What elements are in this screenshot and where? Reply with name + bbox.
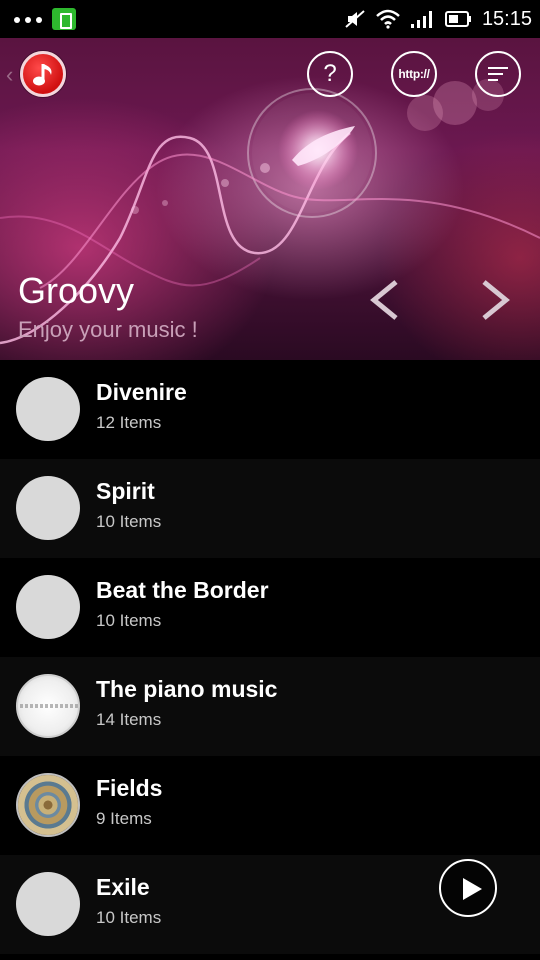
page-title: Groovy xyxy=(18,270,135,311)
album-art xyxy=(16,674,80,738)
list-item-title: Fields xyxy=(96,775,163,801)
battery-icon xyxy=(444,11,471,27)
album-art xyxy=(16,377,80,441)
app-logo[interactable] xyxy=(20,51,66,97)
list-item-title: Exile xyxy=(96,874,150,900)
mute-icon xyxy=(345,10,365,28)
album-art xyxy=(16,872,80,936)
clock: 15:15 xyxy=(481,7,532,30)
header-banner: ‹ ? http:// Groovy Enjoy your music ! xyxy=(0,38,540,360)
list-item-title: The piano music xyxy=(96,676,278,702)
back-chevron-icon[interactable]: ‹ xyxy=(6,62,13,88)
list-item-title: Spirit xyxy=(96,478,155,504)
help-button[interactable]: ? xyxy=(307,51,353,97)
list-item-count: 10 Items xyxy=(96,908,162,927)
list-item-count: 12 Items xyxy=(96,413,162,432)
page-subtitle: Enjoy your music ! xyxy=(18,317,198,342)
signal-icon xyxy=(410,11,432,28)
list-item-count: 10 Items xyxy=(96,512,162,531)
web-icon: http:// xyxy=(398,67,430,81)
album-art xyxy=(16,575,80,639)
music-note-icon xyxy=(33,64,52,86)
prev-arrow-icon[interactable] xyxy=(366,276,402,324)
album-art xyxy=(16,773,80,837)
play-icon xyxy=(463,878,482,900)
web-button[interactable]: http:// xyxy=(391,51,437,97)
wifi-icon xyxy=(376,9,400,29)
list-item[interactable]: Beat the Border 10 Items xyxy=(0,558,540,657)
list-item[interactable]: The piano music 14 Items xyxy=(0,657,540,756)
list-item[interactable]: Fields 9 Items xyxy=(0,756,540,855)
help-icon: ? xyxy=(323,60,337,87)
play-button[interactable] xyxy=(439,859,497,917)
list-item-title: Beat the Border xyxy=(96,577,269,603)
list-item-title: Divenire xyxy=(96,379,187,405)
list-item[interactable]: Spirit 10 Items xyxy=(0,459,540,558)
list-item[interactable]: Divenire 12 Items xyxy=(0,360,540,459)
sort-menu-icon xyxy=(488,67,508,81)
list-item-count: 14 Items xyxy=(96,710,162,729)
more-dots-icon xyxy=(14,17,42,23)
list-item-count: 10 Items xyxy=(96,611,162,630)
album-art xyxy=(16,476,80,540)
list-item-count: 9 Items xyxy=(96,809,152,828)
battery-app-icon xyxy=(52,8,76,30)
status-bar: 15:15 xyxy=(0,0,540,38)
sort-menu-button[interactable] xyxy=(475,51,521,97)
next-arrow-icon[interactable] xyxy=(478,276,514,324)
